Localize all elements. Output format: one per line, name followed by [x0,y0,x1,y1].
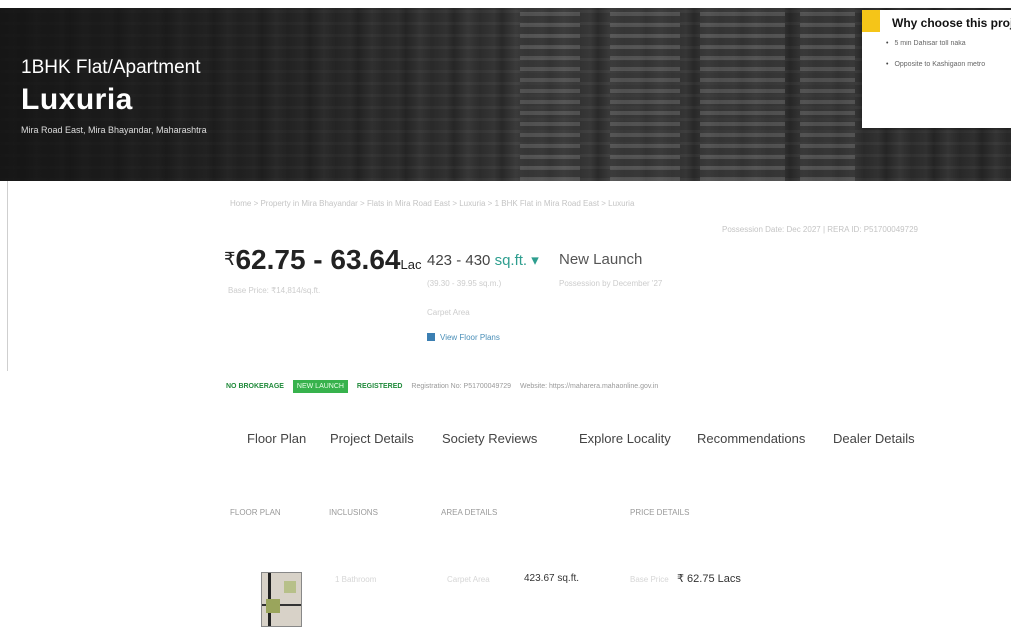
area-unit-label: sq.ft. [494,252,528,269]
area-type: Carpet Area [427,308,470,317]
col-header-price-details: PRICE DETAILS [630,508,690,517]
hero-building [520,8,580,181]
rera-info: Possession Date: Dec 2027 | RERA ID: P51… [722,225,918,234]
area-unit-selector[interactable]: sq.ft. ▾ [495,252,539,269]
price-range: ₹62.75 - 63.64Lac [224,244,421,276]
tab-society-reviews[interactable]: Society Reviews [442,431,537,446]
property-location: Mira Road East, Mira Bhayandar, Maharash… [21,125,207,135]
price-label: Base Price [630,575,669,584]
price-unit: Lac [400,257,422,272]
why-choose-panel: Why choose this project 5 min Dahisar to… [862,10,1011,128]
no-brokerage-badge: NO BROKERAGE [226,383,284,390]
price-value-cell: ₹ 62.75 Lacs [677,573,741,585]
why-choose-point: 5 min Dahisar toll naka [886,40,1011,47]
tab-explore-locality[interactable]: Explore Locality [579,431,671,446]
why-choose-title: Why choose this project [892,16,1011,30]
registered-badge: REGISTERED [356,383,403,390]
flag-icon [862,10,880,32]
tab-floor-plan[interactable]: Floor Plan [247,431,306,446]
area-range: 423 - 430 sq.ft. ▾ [427,251,539,269]
hero-building [800,8,855,181]
area-value: 423 - 430 [427,252,491,269]
tab-project-details[interactable]: Project Details [330,431,414,446]
tab-recommendations[interactable]: Recommendations [697,431,805,446]
hero-banner: 1BHK Flat/Apartment Luxuria Mira Road Ea… [0,0,1011,181]
chevron-down-icon: ▾ [531,252,539,269]
why-choose-list: 5 min Dahisar toll naka Opposite to Kash… [886,40,1011,82]
possession-info: Possession by December '27 [559,279,663,288]
rupee-symbol: ₹ [224,249,236,269]
project-status: New Launch [559,251,643,268]
top-strip [0,0,1011,8]
breadcrumb[interactable]: Home > Property in Mira Bhayandar > Flat… [230,199,634,208]
divider [7,181,8,371]
col-header-area-details: AREA DETAILS [441,508,498,517]
rera-website-link[interactable]: Website: https://maharera.mahaonline.gov… [520,383,658,390]
floor-plan-icon [427,333,435,341]
area-sqm: (39.30 - 39.95 sq.m.) [427,279,502,288]
why-choose-point: Opposite to Kashigaon metro [886,61,1011,68]
hero-building [610,8,680,181]
area-value-cell: 423.67 sq.ft. [524,573,580,584]
hero-building [700,8,785,181]
property-type: 1BHK Flat/Apartment [21,57,201,78]
price-subtext: Base Price: ₹14,814/sq.ft. [228,286,321,295]
tab-dealer-details[interactable]: Dealer Details [833,431,915,446]
col-header-inclusions: INCLUSIONS [329,508,378,517]
view-floor-plans-link[interactable]: View Floor Plans [427,333,500,342]
badges-row: NO BROKERAGE NEW LAUNCH REGISTERED Regis… [226,380,665,393]
area-label: Carpet Area [447,575,490,584]
col-header-floor-plan: FLOOR PLAN [230,508,281,517]
new-launch-badge: NEW LAUNCH [292,380,348,393]
property-name: Luxuria [21,83,133,116]
price-amount: 62.75 - 63.64 [235,244,401,275]
floor-plan-garden [266,599,280,613]
floor-plan-garden [284,581,296,593]
floor-plan-thumbnail[interactable] [261,572,302,627]
registration-number: Registration No: P51700049729 [411,383,512,390]
section-tabs: Floor Plan Project Details Society Revie… [247,431,927,449]
view-floor-plans-label: View Floor Plans [440,333,500,342]
inclusion-text: 1 Bathroom [335,575,377,584]
